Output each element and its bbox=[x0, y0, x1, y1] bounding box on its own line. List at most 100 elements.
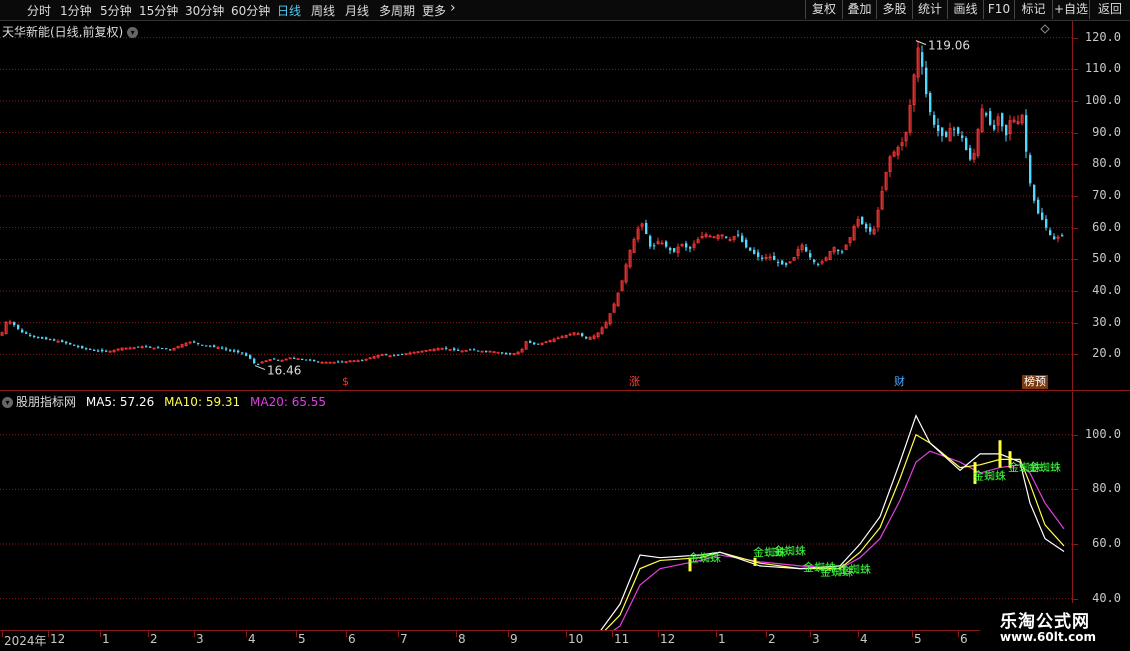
time-separator bbox=[296, 631, 297, 637]
price-tick-label: 100.0 bbox=[1084, 93, 1121, 107]
candle-body bbox=[428, 349, 432, 352]
time-separator bbox=[810, 631, 811, 637]
period-tab[interactable]: 30分钟 bbox=[185, 2, 224, 19]
period-tab[interactable]: 60分钟 bbox=[231, 2, 270, 19]
time-label: 2024年 bbox=[4, 634, 47, 648]
price-tick-label: 110.0 bbox=[1084, 61, 1121, 76]
candle-body bbox=[65, 341, 68, 344]
watermark-title: 乐淘公式网 bbox=[1000, 612, 1090, 632]
candle-body bbox=[741, 235, 744, 242]
time-label: 4 bbox=[860, 632, 868, 646]
candle-body bbox=[445, 347, 448, 349]
indicator-tick-label: 100.0 bbox=[1084, 426, 1121, 441]
candle-body bbox=[473, 349, 476, 351]
toolbar-button[interactable]: F10 bbox=[983, 0, 1014, 19]
time-separator bbox=[658, 631, 659, 637]
chevron-down-icon[interactable]: ▾ bbox=[2, 397, 13, 408]
toolbar-button[interactable]: +自选 bbox=[1052, 0, 1089, 19]
time-label: 8 bbox=[458, 632, 466, 646]
period-tab[interactable]: 15分钟 bbox=[139, 2, 178, 19]
candle-body bbox=[169, 349, 172, 351]
candle-body bbox=[841, 251, 844, 253]
toolbar-button[interactable]: 复权 bbox=[805, 0, 842, 19]
candle-body bbox=[1045, 219, 1048, 228]
period-tab[interactable]: 更多 bbox=[422, 2, 446, 19]
time-label: 5 bbox=[298, 632, 306, 646]
candle-body bbox=[229, 349, 232, 351]
period-tab[interactable]: 5分钟 bbox=[100, 2, 132, 19]
diamond-icon[interactable] bbox=[1040, 24, 1050, 34]
candle-body bbox=[501, 352, 504, 354]
high-label: 119.06 bbox=[928, 39, 970, 53]
candle-body bbox=[777, 262, 780, 264]
candle-body bbox=[737, 234, 740, 236]
tick-mark bbox=[1073, 69, 1078, 71]
candle-body bbox=[249, 355, 252, 359]
candle-body bbox=[397, 354, 400, 356]
event-marker[interactable]: 榜预 bbox=[1022, 375, 1048, 389]
signal-label: 金蜘蛛 bbox=[838, 562, 871, 576]
candle-body bbox=[241, 352, 244, 354]
time-separator bbox=[100, 631, 101, 637]
candle-body bbox=[393, 355, 396, 357]
toolbar-button[interactable]: 标记 bbox=[1014, 0, 1052, 19]
toolbar-button[interactable]: 叠加 bbox=[842, 0, 876, 19]
candle-body bbox=[69, 342, 72, 345]
chevron-right-icon[interactable]: › bbox=[450, 0, 456, 16]
event-marker[interactable]: $ bbox=[340, 375, 351, 389]
period-tab[interactable]: 分时 bbox=[27, 2, 51, 19]
toolbar-button[interactable]: 多股 bbox=[876, 0, 912, 19]
toolbar-button[interactable]: 统计 bbox=[912, 0, 947, 19]
candle-body bbox=[1037, 199, 1040, 214]
period-tab[interactable]: 日线 bbox=[277, 2, 301, 19]
time-label: 3 bbox=[196, 632, 204, 646]
event-marker[interactable]: 涨 bbox=[627, 375, 642, 389]
ma10-value: 59.31 bbox=[205, 395, 241, 409]
candle-body bbox=[1061, 235, 1064, 237]
candle-body bbox=[361, 360, 364, 362]
candle-body bbox=[225, 348, 228, 350]
candle-body bbox=[97, 350, 100, 352]
time-separator bbox=[566, 631, 567, 637]
candle-body bbox=[529, 341, 532, 343]
ma20-label: MA20: bbox=[250, 395, 288, 409]
candle-body bbox=[317, 361, 320, 363]
indicator-chart[interactable]: 金蜘蛛金蜘蛛金蜘蛛金蜘蛛金蜘蛛金蜘蛛金蜘蛛金蜘蛛金蜘蛛金蜘蛛金蜘蛛金蜘蛛金蜘蛛金… bbox=[0, 392, 1072, 630]
indicator-tick-label: 60.0 bbox=[1092, 536, 1121, 551]
period-tab[interactable]: 周线 bbox=[311, 2, 335, 19]
indicator-panel[interactable]: 金蜘蛛金蜘蛛金蜘蛛金蜘蛛金蜘蛛金蜘蛛金蜘蛛金蜘蛛金蜘蛛金蜘蛛金蜘蛛金蜘蛛金蜘蛛金… bbox=[0, 392, 1072, 630]
period-tab[interactable]: 多周期 bbox=[379, 2, 415, 19]
price-tick-label: 80.0 bbox=[1092, 156, 1121, 171]
event-marker[interactable]: 财 bbox=[892, 375, 907, 389]
toolbar-button[interactable]: 画线 bbox=[947, 0, 983, 19]
candle-body bbox=[1025, 115, 1028, 152]
candle-body bbox=[45, 337, 48, 340]
candle-body bbox=[1049, 230, 1052, 236]
candlestick-chart[interactable]: 119.06 16.46 bbox=[0, 21, 1072, 390]
candle-body bbox=[145, 346, 148, 348]
candle-body bbox=[809, 253, 812, 258]
time-label: 1 bbox=[102, 632, 110, 646]
candle-body bbox=[669, 247, 672, 251]
tick-mark bbox=[1073, 227, 1078, 229]
time-label: 9 bbox=[510, 632, 518, 646]
period-tab[interactable]: 月线 bbox=[345, 2, 369, 19]
toolbar-button[interactable]: 返回 bbox=[1089, 0, 1130, 19]
candlestick-panel[interactable]: 119.06 16.46 天华新能(日线,前复权) ▾ $ 涨 财 榜预 bbox=[0, 21, 1072, 390]
candle-body bbox=[1041, 212, 1044, 220]
time-separator bbox=[346, 631, 347, 637]
ma-line-ma10 bbox=[604, 433, 1065, 630]
candle-body bbox=[817, 263, 820, 265]
candle-body bbox=[77, 345, 80, 348]
time-label: 7 bbox=[400, 632, 408, 646]
period-tab[interactable]: 1分钟 bbox=[60, 2, 92, 19]
time-separator bbox=[194, 631, 195, 637]
candle-body bbox=[412, 351, 416, 354]
tick-mark bbox=[1073, 196, 1078, 197]
time-separator bbox=[766, 631, 767, 637]
indicator-axis: 100.0 80.0 60.0 40.0 bbox=[1072, 392, 1130, 630]
indicator-name[interactable]: 股朋指标网 bbox=[16, 395, 76, 409]
time-separator bbox=[858, 631, 859, 637]
chevron-down-icon[interactable]: ▾ bbox=[127, 27, 139, 38]
ma-line-ma20 bbox=[613, 450, 1065, 630]
